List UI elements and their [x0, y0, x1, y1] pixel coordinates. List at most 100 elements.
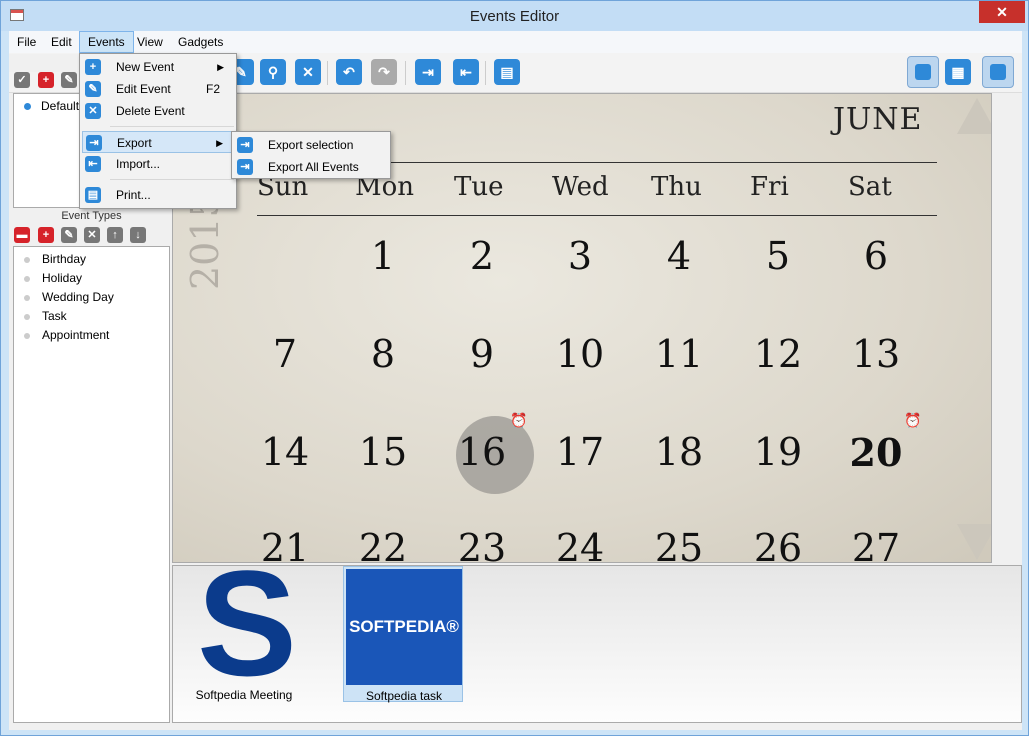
event-type-holiday[interactable]: Holiday	[24, 269, 82, 288]
event-type-task[interactable]: Task	[24, 307, 67, 326]
day-cell[interactable]: 21	[245, 526, 325, 562]
menu-events[interactable]: Events	[79, 31, 134, 53]
event-type-birthday[interactable]: Birthday	[24, 250, 86, 269]
event-type-wedding-day[interactable]: Wedding Day	[24, 288, 114, 307]
event-label: Softpedia task	[365, 689, 443, 703]
down-arrow-icon[interactable]: ↓	[130, 227, 146, 243]
day-cell[interactable]: 6	[836, 234, 916, 278]
menu-delete-event[interactable]: ✕ Delete Event	[82, 100, 234, 122]
up-arrow-icon[interactable]: ↑	[107, 227, 123, 243]
header-rule	[257, 215, 937, 216]
day-cell[interactable]: 8	[343, 332, 423, 376]
menu-export-all[interactable]: ⇥ Export All Events	[234, 156, 388, 178]
edit-icon[interactable]: ✎	[61, 227, 77, 243]
delete-icon: ✕	[85, 103, 101, 119]
weekday-tue: Tue	[454, 172, 504, 202]
export-submenu: ⇥ Export selection ⇥ Export All Events	[231, 131, 391, 179]
search-icon[interactable]: ⚲	[260, 59, 286, 85]
day-cell[interactable]: 9	[442, 332, 522, 376]
day-cell[interactable]: 11	[639, 332, 719, 376]
submenu-arrow-icon: ▶	[217, 62, 224, 72]
previous-month-arrow[interactable]	[957, 98, 991, 134]
day-cell[interactable]: 23	[442, 526, 522, 562]
day-cell[interactable]: 22	[343, 526, 423, 562]
events-menu: + New Event ▶ ✎ Edit Event F2 ✕ Delete Event …	[79, 53, 237, 209]
day-cell[interactable]: 10	[540, 332, 620, 376]
menu-bar: File Edit Events View Gadgets	[9, 31, 1022, 53]
event-type-appointment[interactable]: Appointment	[24, 326, 109, 345]
menu-export-selection[interactable]: ⇥ Export selection	[234, 134, 388, 156]
event-logo: SOFTPEDIA®	[346, 569, 462, 685]
month-view-icon[interactable]	[907, 56, 939, 88]
weekday-sat: Sat	[848, 172, 892, 202]
event-card-meeting[interactable]: S Softpedia Meeting	[181, 566, 301, 702]
event-logo: S	[197, 568, 293, 684]
day-cell[interactable]: 25	[639, 526, 719, 562]
calendar-item-default[interactable]: Default	[24, 99, 79, 113]
window-title: Events Editor	[469, 8, 560, 25]
day-cell[interactable]: 19	[738, 430, 818, 474]
add-icon[interactable]: +	[38, 227, 54, 243]
print-icon[interactable]: ▤	[494, 59, 520, 85]
import-icon[interactable]: ⇤	[453, 59, 479, 85]
check-icon[interactable]: ✓	[14, 72, 30, 88]
toolbar-separator	[327, 61, 328, 85]
day-cell[interactable]: 15	[343, 430, 423, 474]
day-cell[interactable]: 3	[540, 234, 620, 278]
plus-icon: +	[85, 59, 101, 75]
day-cell[interactable]: 4	[639, 234, 719, 278]
event-types-list: Birthday Holiday Wedding Day Task Appoin…	[13, 246, 170, 723]
month-title: JUNE	[833, 102, 923, 137]
day-cell[interactable]: 1	[343, 234, 423, 278]
menu-view[interactable]: View	[129, 31, 171, 53]
menu-edit-event[interactable]: ✎ Edit Event F2	[82, 78, 234, 100]
weekday-wed: Wed	[552, 172, 609, 202]
export-icon: ⇥	[86, 135, 102, 151]
event-card-task[interactable]: SOFTPEDIA® Softpedia task	[343, 566, 463, 703]
calendar-dot-icon	[24, 103, 31, 111]
day-cell[interactable]: 18	[639, 430, 719, 474]
day-cell[interactable]: 26	[738, 526, 818, 562]
delete-icon[interactable]: ✕	[295, 59, 321, 85]
grid-view-icon[interactable]: ▦	[945, 59, 971, 85]
day-cell[interactable]: 16	[442, 430, 522, 474]
day-cell[interactable]: 13	[836, 332, 916, 376]
export-icon: ⇥	[237, 137, 253, 153]
redo-icon[interactable]: ↷	[371, 59, 397, 85]
menu-gadgets[interactable]: Gadgets	[170, 31, 231, 53]
day-cell[interactable]: 20	[836, 430, 916, 475]
day-cell[interactable]: 12	[738, 332, 818, 376]
day-cell[interactable]: 2	[442, 234, 522, 278]
title-bar: Events Editor ✕	[1, 1, 1028, 31]
menu-file[interactable]: File	[9, 31, 44, 53]
alarm-clock-icon: ⏰	[510, 412, 528, 428]
day-cell[interactable]: 17	[540, 430, 620, 474]
menu-export[interactable]: ⇥ Export ▶	[82, 131, 234, 153]
close-button[interactable]: ✕	[979, 1, 1025, 23]
delete-icon[interactable]: ✕	[84, 227, 100, 243]
next-month-arrow[interactable]	[957, 524, 991, 560]
export-icon[interactable]: ⇥	[415, 59, 441, 85]
menu-new-event[interactable]: + New Event ▶	[82, 56, 234, 78]
event-types-header: Event Types	[61, 210, 122, 222]
import-icon: ⇤	[85, 156, 101, 172]
print-icon: ▤	[85, 187, 101, 203]
day-cell[interactable]: 7	[245, 332, 325, 376]
event-label: Softpedia Meeting	[195, 688, 293, 702]
day-cell[interactable]: 5	[738, 234, 818, 278]
add-icon[interactable]: +	[38, 72, 54, 88]
edit-icon[interactable]: ✎	[61, 72, 77, 88]
toolbar-separator	[405, 61, 406, 85]
weekday-fri: Fri	[750, 172, 789, 202]
day-cell[interactable]: 27	[836, 526, 916, 562]
events-panel: S Softpedia Meeting SOFTPEDIA® Softpedia…	[172, 565, 1022, 723]
menu-import[interactable]: ⇤ Import...	[82, 153, 234, 175]
day-cell[interactable]: 14	[245, 430, 325, 474]
folder-icon[interactable]: ▬	[14, 227, 30, 243]
menu-print[interactable]: ▤ Print...	[82, 184, 234, 206]
undo-icon[interactable]: ↶	[336, 59, 362, 85]
tree-view-icon[interactable]	[982, 56, 1014, 88]
menu-edit[interactable]: Edit	[43, 31, 80, 53]
day-cell[interactable]: 24	[540, 526, 620, 562]
submenu-arrow-icon: ▶	[216, 138, 223, 148]
